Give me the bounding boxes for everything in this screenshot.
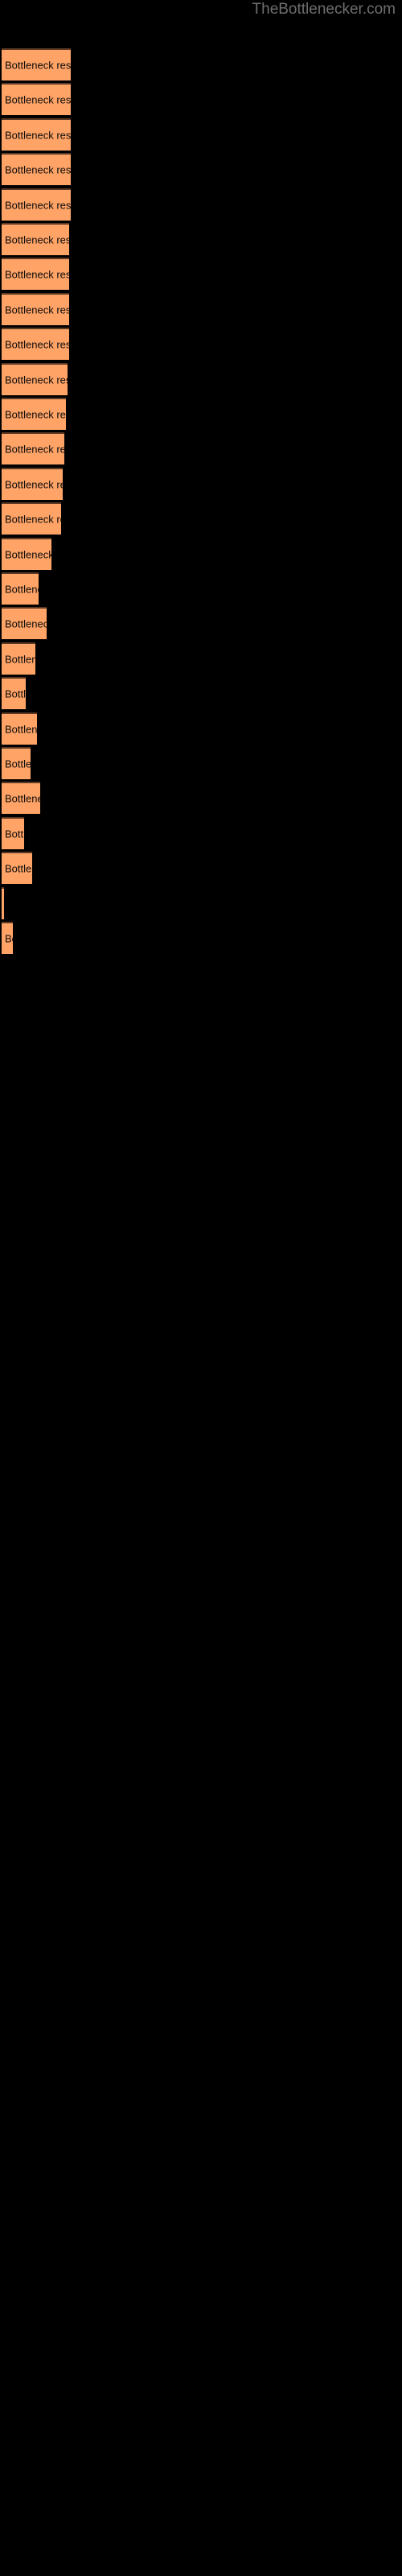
bar-label: Bottleneck result bbox=[5, 478, 63, 491]
bar-22[interactable]: Bottleneck result bbox=[2, 782, 40, 815]
bar-10[interactable]: Bottleneck result bbox=[2, 362, 68, 395]
bar-label: Bottleneck result bbox=[5, 653, 35, 666]
bar-label: Bottleneck result bbox=[5, 828, 24, 840]
bar-label: Bottleneck result bbox=[5, 758, 31, 770]
bar-19[interactable]: Bottleneck result bbox=[2, 677, 26, 710]
bar-2[interactable]: Bottleneck result bbox=[2, 83, 71, 116]
bar-17[interactable]: Bottleneck result bbox=[2, 607, 47, 640]
bar-18[interactable]: Bottleneck result bbox=[2, 642, 35, 675]
bar-12[interactable]: Bottleneck result bbox=[2, 432, 64, 465]
bar-16[interactable]: Bottleneck result bbox=[2, 572, 39, 605]
bar-label: Bottleneck result bbox=[5, 583, 39, 596]
bar-label: Bottleneck result bbox=[5, 687, 26, 700]
bar-24[interactable]: Bottleneck result bbox=[2, 852, 32, 885]
bar-9[interactable]: Bottleneck result bbox=[2, 328, 69, 361]
bar-25[interactable]: Bottleneck result bbox=[2, 886, 4, 919]
bar-3[interactable]: Bottleneck result bbox=[2, 118, 71, 151]
bar-label: Bottleneck result bbox=[5, 374, 68, 386]
bar-26[interactable]: Bottleneck result bbox=[2, 922, 13, 954]
bar-20[interactable]: Bottleneck result bbox=[2, 712, 37, 745]
bar-label: Bottleneck result bbox=[5, 199, 71, 212]
bar-label: Bottleneck result bbox=[5, 617, 47, 630]
bar-label: Bottleneck result bbox=[5, 129, 71, 142]
bar-label: Bottleneck result bbox=[5, 862, 32, 875]
bar-1[interactable]: Bottleneck result bbox=[2, 48, 71, 80]
bar-11[interactable]: Bottleneck result bbox=[2, 398, 66, 430]
bar-label: Bottleneck result bbox=[5, 59, 71, 72]
bar-label: Bottleneck result bbox=[5, 233, 69, 246]
bar-label: Bottleneck result bbox=[5, 932, 13, 945]
bar-label: Bottleneck result bbox=[5, 338, 69, 351]
bar-label: Bottleneck result bbox=[5, 93, 71, 106]
bar-label: Bottleneck result bbox=[5, 792, 40, 805]
bottleneck-bar-chart: Bottleneck result Bottleneck result Bottle… bbox=[0, 0, 402, 2576]
bar-4[interactable]: Bottleneck result bbox=[2, 153, 71, 186]
bar-6[interactable]: Bottleneck result bbox=[2, 223, 69, 255]
bar-15[interactable]: Bottleneck result bbox=[2, 537, 51, 570]
bar-label: Bottleneck result bbox=[5, 408, 66, 421]
bar-7[interactable]: Bottleneck result bbox=[2, 258, 69, 291]
bar-label: Bottleneck result bbox=[5, 443, 64, 456]
bar-5[interactable]: Bottleneck result bbox=[2, 188, 71, 221]
bar-8[interactable]: Bottleneck result bbox=[2, 292, 69, 325]
bar-23[interactable]: Bottleneck result bbox=[2, 816, 24, 849]
bar-label: Bottleneck result bbox=[5, 303, 69, 316]
bar-label: Bottleneck result bbox=[5, 723, 37, 736]
bar-13[interactable]: Bottleneck result bbox=[2, 467, 63, 500]
bar-label: Bottleneck result bbox=[5, 268, 69, 281]
bar-14[interactable]: Bottleneck result bbox=[2, 502, 61, 535]
bar-label: Bottleneck result bbox=[5, 548, 51, 561]
bar-21[interactable]: Bottleneck result bbox=[2, 747, 31, 779]
bar-label: Bottleneck result bbox=[5, 163, 71, 176]
bar-label: Bottleneck result bbox=[5, 513, 61, 526]
